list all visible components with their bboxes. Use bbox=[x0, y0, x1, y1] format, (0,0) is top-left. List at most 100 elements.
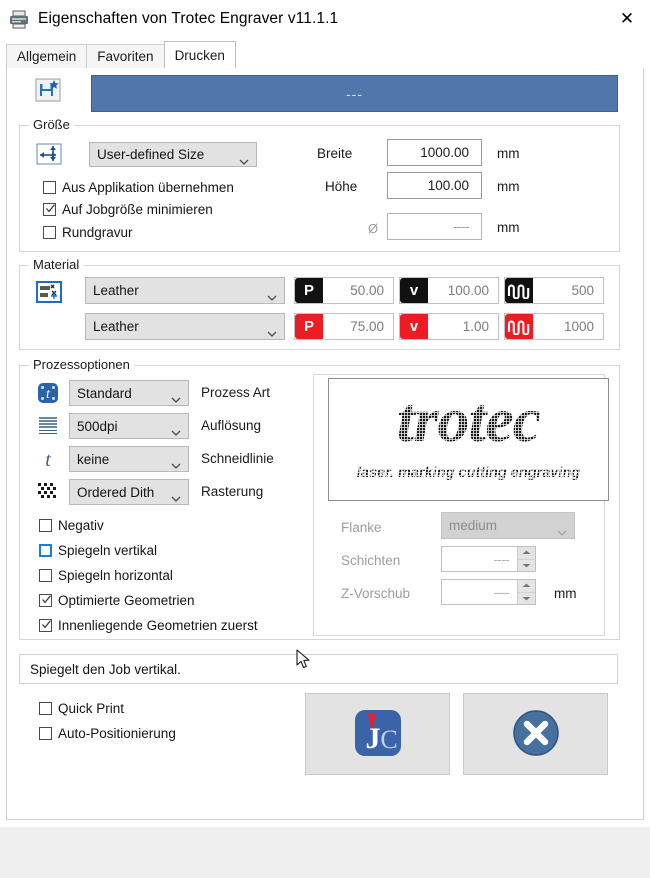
tab-favoriten[interactable]: Favoriten bbox=[86, 44, 165, 68]
chevron-down-icon bbox=[239, 153, 249, 165]
tab-drucken[interactable]: Drucken bbox=[163, 41, 236, 68]
jobcontrol-button[interactable]: J C bbox=[305, 693, 450, 775]
preview-logo-text: trotec bbox=[396, 384, 541, 455]
power-value-2: 75.00 bbox=[323, 314, 393, 339]
process-type-label: Prozess Art bbox=[201, 385, 271, 400]
cut-line-t-icon[interactable]: t bbox=[33, 446, 63, 472]
checkbox-negativ[interactable]: Negativ bbox=[39, 518, 104, 533]
chevron-down-icon bbox=[557, 524, 567, 536]
height-input[interactable]: 100.00 bbox=[387, 172, 482, 199]
cut-line-label: Schneidlinie bbox=[201, 451, 274, 466]
stepper-up-icon bbox=[518, 580, 535, 592]
stepper-buttons bbox=[517, 547, 535, 571]
svg-text:t: t bbox=[45, 449, 51, 471]
power-field-2[interactable]: P 75.00 bbox=[294, 313, 394, 340]
checkbox-quick-print[interactable]: Quick Print bbox=[39, 701, 124, 716]
status-hint-bar: Spiegelt den Job vertikal. bbox=[19, 654, 618, 684]
resolution-lines-icon[interactable] bbox=[33, 413, 63, 439]
save-as-new-icon[interactable] bbox=[31, 75, 65, 105]
diameter-input[interactable]: ---- bbox=[387, 213, 482, 240]
chevron-down-icon bbox=[171, 391, 181, 403]
process-options-legend: Prozessoptionen bbox=[29, 357, 134, 372]
stepper-buttons bbox=[517, 580, 535, 604]
stepper-down-icon bbox=[518, 591, 535, 605]
checkbox-aus-applikation[interactable]: Aus Applikation übernehmen bbox=[43, 180, 234, 195]
checkbox-label: Spiegeln vertikal bbox=[58, 543, 158, 558]
frequency-wave-icon bbox=[505, 278, 533, 303]
preview-tagline: laser. marking cutting engraving bbox=[356, 465, 581, 481]
resolution-select[interactable]: 500dpi bbox=[69, 413, 189, 439]
diameter-unit: mm bbox=[497, 220, 520, 235]
cancel-x-circle-icon bbox=[509, 706, 563, 763]
process-type-icon[interactable]: t bbox=[33, 380, 63, 406]
cut-line-select[interactable]: keine bbox=[69, 446, 189, 472]
job-name-field[interactable]: --- bbox=[91, 75, 618, 112]
job-preview-image[interactable]: trotec laser. marking cutting engraving bbox=[328, 378, 609, 501]
diameter-symbol: Ø bbox=[368, 221, 379, 236]
width-label: Breite bbox=[317, 146, 353, 161]
zfeed-value: ---- bbox=[493, 584, 510, 600]
svg-text:J: J bbox=[365, 722, 380, 755]
checkbox-spiegeln-horizontal[interactable]: Spiegeln horizontal bbox=[39, 568, 173, 583]
cancel-button[interactable] bbox=[463, 693, 608, 775]
chevron-down-icon bbox=[267, 289, 277, 301]
check-mark-icon bbox=[45, 202, 56, 213]
close-icon[interactable]: ✕ bbox=[604, 0, 650, 38]
printer-icon bbox=[8, 8, 30, 30]
checkbox-label: Rundgravur bbox=[62, 225, 133, 240]
drucken-panel: --- Größe User-defined Size Aus Applikat… bbox=[6, 68, 644, 820]
material-icon[interactable] bbox=[33, 278, 65, 306]
frequency-field-1[interactable]: 500 bbox=[504, 277, 604, 304]
chevron-down-icon bbox=[267, 325, 277, 337]
dither-pattern-icon[interactable] bbox=[33, 479, 63, 505]
dithering-select[interactable]: Ordered Dith bbox=[69, 479, 189, 505]
checkbox-box bbox=[39, 702, 52, 715]
velocity-badge-icon: v bbox=[400, 278, 428, 303]
dithering-value: Ordered Dith bbox=[77, 484, 155, 500]
checkbox-label: Aus Applikation übernehmen bbox=[62, 180, 234, 195]
checkbox-spiegeln-vertikal[interactable]: Spiegeln vertikal bbox=[39, 543, 157, 558]
frequency-value-1: 500 bbox=[533, 278, 603, 303]
checkbox-innenliegende-geometrien-zuerst[interactable]: Innenliegende Geometrien zuerst bbox=[39, 618, 258, 633]
checkbox-label: Spiegeln horizontal bbox=[58, 568, 173, 583]
checkbox-box bbox=[39, 544, 52, 557]
size-group-legend: Größe bbox=[29, 117, 74, 132]
velocity-field-2[interactable]: v 1.00 bbox=[399, 313, 499, 340]
checkbox-box bbox=[39, 519, 52, 532]
zfeed-stepper: ---- bbox=[441, 579, 536, 605]
checkbox-auf-jobgroesse-minimieren[interactable]: Auf Jobgröße minimieren bbox=[43, 202, 213, 217]
flank-value: medium bbox=[449, 518, 498, 533]
checkbox-label: Quick Print bbox=[58, 701, 125, 716]
size-preset-select[interactable]: User-defined Size bbox=[89, 142, 257, 167]
chevron-down-icon bbox=[171, 457, 181, 469]
check-mark-icon bbox=[41, 593, 52, 604]
layers-value: ---- bbox=[493, 551, 510, 567]
width-input[interactable]: 1000.00 bbox=[387, 139, 482, 166]
checkbox-auto-positionierung[interactable]: Auto-Positionierung bbox=[39, 726, 176, 741]
properties-dialog: Eigenschaften von Trotec Engraver v11.1.… bbox=[0, 0, 650, 827]
size-dimensions-icon[interactable] bbox=[33, 140, 65, 168]
material-select-2[interactable]: Leather bbox=[85, 313, 285, 340]
checkbox-box bbox=[43, 203, 56, 216]
checkbox-optimierte-geometrien[interactable]: Optimierte Geometrien bbox=[39, 593, 195, 608]
stepper-up-icon bbox=[518, 547, 535, 559]
velocity-value-1: 100.00 bbox=[428, 278, 498, 303]
checkbox-box bbox=[43, 226, 56, 239]
checkbox-box bbox=[43, 181, 56, 194]
velocity-value-2: 1.00 bbox=[428, 314, 498, 339]
material-select-1[interactable]: Leather bbox=[85, 277, 285, 304]
zfeed-label: Z-Vorschub bbox=[341, 586, 411, 601]
checkbox-rundgravur[interactable]: Rundgravur bbox=[43, 225, 133, 240]
power-field-1[interactable]: P 50.00 bbox=[294, 277, 394, 304]
power-badge-icon: P bbox=[295, 314, 323, 339]
checkbox-label: Auto-Positionierung bbox=[58, 726, 176, 741]
checkbox-label: Negativ bbox=[58, 518, 104, 533]
checkbox-label: Innenliegende Geometrien zuerst bbox=[58, 618, 258, 633]
tab-allgemein[interactable]: Allgemein bbox=[6, 44, 88, 68]
frequency-field-2[interactable]: 1000 bbox=[504, 313, 604, 340]
velocity-field-1[interactable]: v 100.00 bbox=[399, 277, 499, 304]
checkbox-label: Optimierte Geometrien bbox=[58, 593, 195, 608]
svg-text:C: C bbox=[380, 725, 397, 754]
frequency-value-2: 1000 bbox=[533, 314, 603, 339]
process-type-select[interactable]: Standard bbox=[69, 380, 189, 406]
